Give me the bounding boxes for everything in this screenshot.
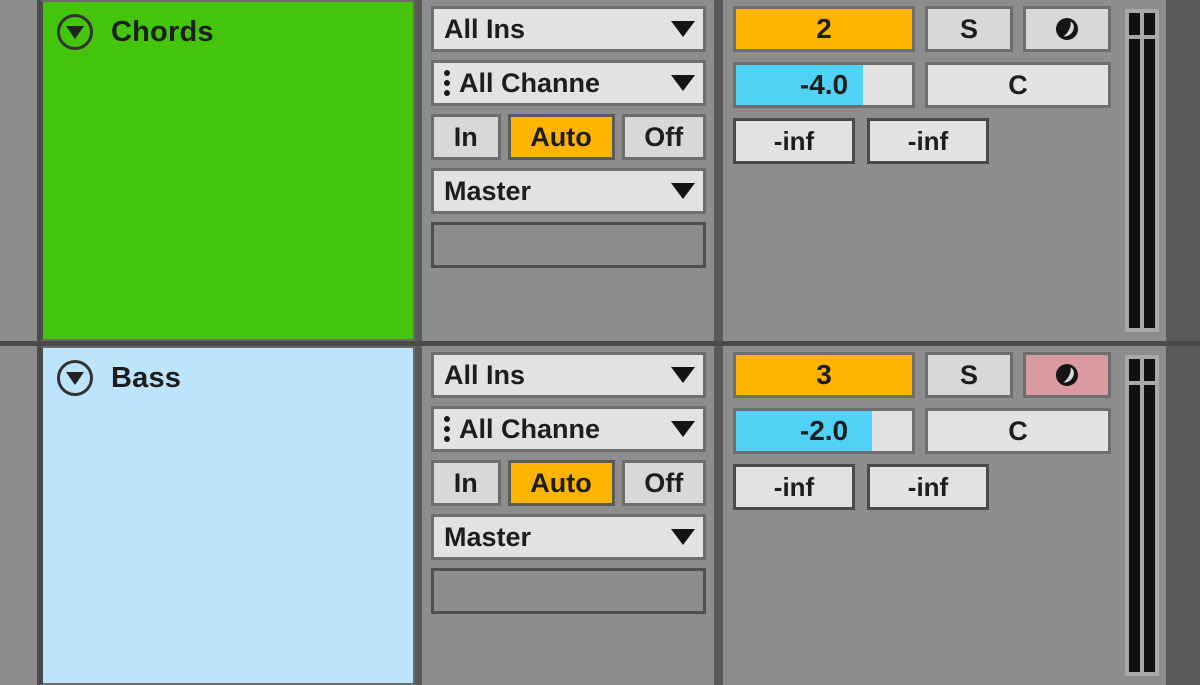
fold-track-button[interactable] (57, 14, 93, 50)
meter-body (1129, 385, 1140, 672)
pan-control[interactable]: C (925, 62, 1111, 108)
monitor-section: In Auto Off (431, 114, 707, 160)
solo-button[interactable]: S (925, 352, 1013, 398)
mixer-top-row: 3 S (733, 352, 1133, 398)
monitor-off-button[interactable]: Off (621, 114, 707, 160)
triangle-down-icon (66, 25, 84, 39)
track-number-badge[interactable]: 3 (733, 352, 915, 398)
send-a-control[interactable]: -inf (733, 464, 855, 510)
send-b-control[interactable]: -inf (867, 118, 989, 164)
chevron-down-icon (671, 421, 695, 437)
peak-indicator[interactable] (1144, 359, 1155, 381)
peak-indicator[interactable] (1129, 359, 1140, 381)
input-channel-value: All Channe (459, 67, 601, 98)
monitor-in-button[interactable]: In (431, 460, 501, 506)
track-io-panel: All Ins All Channe In Auto Off Master (419, 0, 717, 341)
input-type-chooser[interactable]: All Ins (431, 6, 706, 52)
send-a-control[interactable]: -inf (733, 118, 855, 164)
track-name-panel[interactable]: Chords (40, 0, 415, 341)
peak-indicator[interactable] (1129, 13, 1140, 35)
track-mixer-panel: 3 S -2.0 C -inf -inf (720, 346, 1200, 685)
level-meter-right (1144, 13, 1155, 328)
monitor-section: In Auto Off (431, 460, 707, 506)
track-row: Bass All Ins All Channe In Auto Off Mast… (40, 346, 1200, 685)
level-meter-left (1129, 359, 1140, 672)
peak-indicator[interactable] (1144, 13, 1155, 35)
monitor-auto-button[interactable]: Auto (507, 114, 615, 160)
level-meter-right (1144, 359, 1155, 672)
track-number-badge[interactable]: 2 (733, 6, 915, 52)
volume-slider[interactable]: -2.0 (733, 408, 915, 454)
solo-button[interactable]: S (925, 6, 1013, 52)
mixer-right-edge (1166, 0, 1200, 341)
record-arm-button[interactable] (1023, 6, 1111, 52)
meter-body (1129, 39, 1140, 328)
mixer-top-row: 2 S (733, 6, 1133, 52)
mixer-sends-row: -inf -inf (733, 118, 1133, 164)
input-type-value: All Ins (444, 13, 526, 44)
mixer-sends-row: -inf -inf (733, 464, 1133, 510)
track-io-panel: All Ins All Channe In Auto Off Master (419, 346, 717, 685)
send-b-control[interactable]: -inf (867, 464, 989, 510)
pan-control[interactable]: C (925, 408, 1111, 454)
meter-body (1144, 39, 1155, 328)
level-meter-left (1129, 13, 1140, 328)
track-mixer-panel: 2 S -4.0 C -inf -inf (720, 0, 1200, 341)
volume-value: -2.0 (799, 415, 849, 446)
input-channel-value: All Channe (459, 413, 601, 444)
input-type-chooser[interactable]: All Ins (431, 352, 706, 398)
fold-track-button[interactable] (57, 360, 93, 396)
mixer-volume-row: -4.0 C (733, 62, 1133, 108)
track-row: Chords All Ins All Channe In Auto Off Ma… (40, 0, 1200, 341)
chevron-down-icon (671, 183, 695, 199)
track-gutter-strip (0, 0, 40, 685)
mixer-volume-row: -2.0 C (733, 408, 1133, 454)
output-type-chooser[interactable]: Master (431, 168, 706, 214)
output-channel-chooser[interactable] (431, 568, 706, 614)
chevron-down-icon (671, 529, 695, 545)
three-dots-icon (444, 70, 450, 96)
level-meter (1122, 352, 1162, 679)
monitor-off-button[interactable]: Off (621, 460, 707, 506)
three-dots-icon (444, 416, 450, 442)
triangle-down-icon (66, 371, 84, 385)
volume-value: -4.0 (799, 69, 849, 100)
level-meter (1122, 6, 1162, 335)
output-type-value: Master (444, 175, 532, 206)
monitor-auto-button[interactable]: Auto (507, 460, 615, 506)
volume-slider[interactable]: -4.0 (733, 62, 915, 108)
record-arm-icon (1056, 364, 1078, 386)
mixer-right-edge (1166, 346, 1200, 685)
chevron-down-icon (671, 21, 695, 37)
chevron-down-icon (671, 367, 695, 383)
input-channel-chooser[interactable]: All Channe (431, 406, 706, 452)
input-type-value: All Ins (444, 359, 526, 390)
track-title[interactable]: Chords (111, 16, 214, 49)
gutter-divider (0, 341, 40, 346)
monitor-in-button[interactable]: In (431, 114, 501, 160)
track-name-panel[interactable]: Bass (40, 346, 415, 685)
record-arm-icon (1056, 18, 1078, 40)
record-arm-button[interactable] (1023, 352, 1111, 398)
output-type-value: Master (444, 521, 532, 552)
output-type-chooser[interactable]: Master (431, 514, 706, 560)
chevron-down-icon (671, 75, 695, 91)
meter-body (1144, 385, 1155, 672)
output-channel-chooser[interactable] (431, 222, 706, 268)
session-mixer-view: Chords All Ins All Channe In Auto Off Ma… (0, 0, 1200, 685)
input-channel-chooser[interactable]: All Channe (431, 60, 706, 106)
track-title[interactable]: Bass (111, 362, 181, 395)
